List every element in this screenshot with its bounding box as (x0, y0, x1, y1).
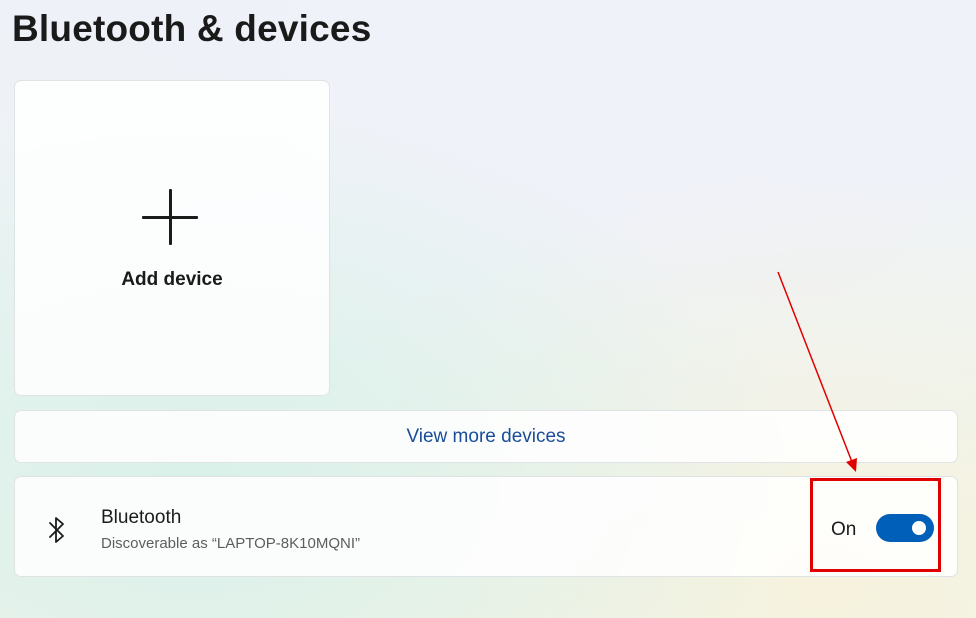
bluetooth-discoverable-text: Discoverable as “LAPTOP-8K10MQNI” (101, 535, 360, 552)
bluetooth-setting-row: Bluetooth Discoverable as “LAPTOP-8K10MQ… (14, 476, 958, 577)
bluetooth-icon (45, 515, 69, 545)
plus-icon (142, 189, 198, 245)
bluetooth-toggle-state: On (831, 519, 857, 540)
add-device-label: Add device (121, 269, 223, 290)
bluetooth-toggle[interactable] (876, 514, 934, 542)
add-device-button[interactable]: Add device (14, 80, 330, 396)
view-more-devices-label: View more devices (406, 425, 566, 447)
toggle-knob (912, 521, 926, 535)
page-title: Bluetooth & devices (12, 8, 372, 49)
bluetooth-title: Bluetooth (101, 507, 182, 528)
view-more-devices-button[interactable]: View more devices (14, 410, 958, 463)
